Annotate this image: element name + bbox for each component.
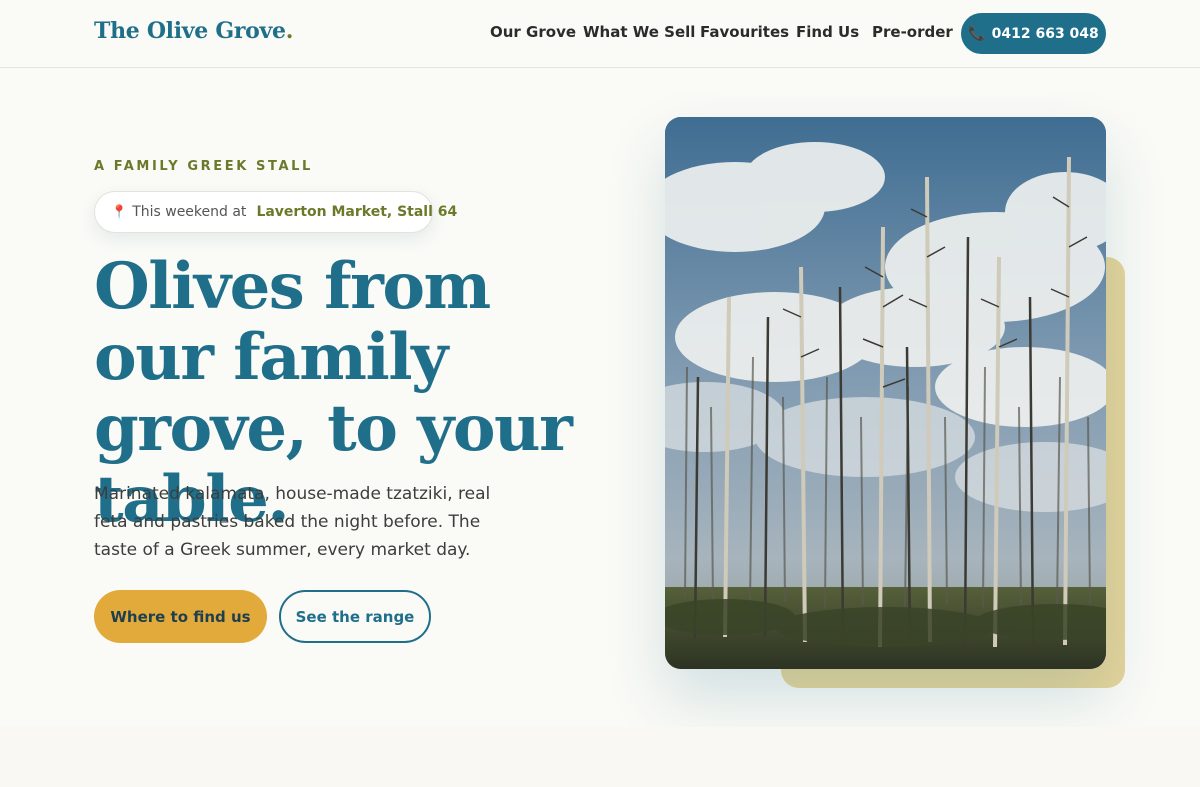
site-header: The Olive Grove. Our Grove What We Sell … [0, 0, 1200, 68]
logo-dot: . [285, 18, 294, 44]
map-pin-icon: 📍 [111, 204, 128, 220]
nav-favourites[interactable]: Favourites [700, 23, 789, 45]
where-to-find-us-button[interactable]: Where to find us [94, 590, 267, 643]
phone-number: 0412 663 048 [991, 25, 1099, 42]
hero-eyebrow: A FAMILY GREEK STALL [94, 159, 313, 174]
nav-our-grove[interactable]: Our Grove [490, 23, 576, 45]
location-place: Laverton Market, Stall 64 [256, 204, 458, 220]
location-prefix: This weekend at [132, 204, 247, 220]
location-pill: 📍 This weekend at Laverton Market, Stall… [94, 191, 457, 233]
nav-find-us[interactable]: Find Us [796, 23, 859, 45]
logo-text: The Olive Grove [94, 18, 286, 44]
see-the-range-button[interactable]: See the range [279, 590, 431, 643]
phone-button[interactable]: 📞 0412 663 048 [961, 13, 1106, 54]
forest-photo [665, 117, 1106, 669]
phone-icon: 📞 [968, 25, 986, 42]
site-logo[interactable]: The Olive Grove. [94, 18, 293, 44]
nav-pre-order[interactable]: Pre-order [872, 23, 953, 45]
nav-what-we-sell[interactable]: What We Sell [583, 23, 695, 45]
bottom-band [0, 727, 1200, 787]
hero-image [665, 117, 1106, 669]
hero-description: Marinated kalamata, house-made tzatziki,… [94, 484, 491, 560]
